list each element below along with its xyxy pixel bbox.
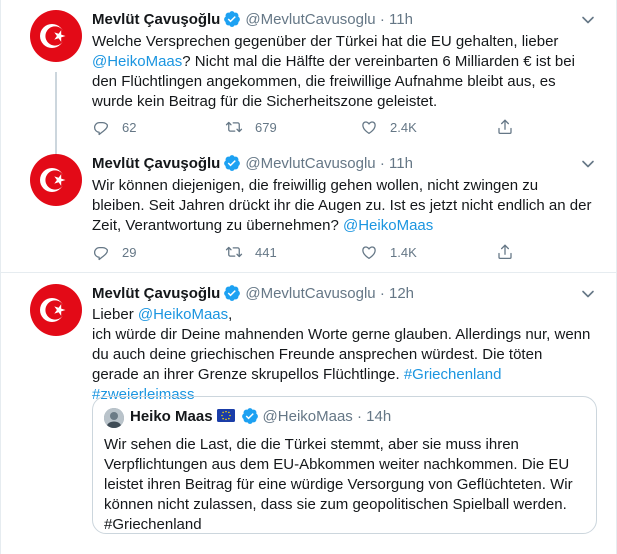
tweet-actions: 62 679 2.4K [92, 117, 532, 137]
reply-icon [93, 247, 109, 261]
thread-connector-line [55, 72, 57, 158]
tweet-text-part: Lieber [92, 306, 138, 323]
author-handle[interactable]: @MevlutCavusoglu [245, 11, 375, 28]
tweet-text: Welche Versprechen gegenüber der Türkei … [92, 32, 592, 112]
tweet-text-part: , [228, 306, 233, 323]
retweet-count: 679 [255, 119, 277, 135]
quoted-timestamp: 14h [366, 408, 392, 425]
verified-badge-icon [241, 408, 258, 424]
quoted-header: Heiko Maas @HeikoMaas · 14h [130, 407, 391, 427]
quoted-author-name: Heiko Maas [130, 408, 213, 425]
mention-link[interactable]: @HeikoMaas [138, 306, 228, 323]
reply-icon [93, 122, 109, 136]
hashtag-link[interactable]: #Griechenland [404, 366, 502, 383]
tweet-text: Lieber @HeikoMaas, ich würde dir Deine m… [92, 305, 592, 405]
quoted-avatar [104, 408, 124, 428]
retweet-button[interactable]: 441 [225, 242, 277, 262]
tweet-text-part: Welche Versprechen gegenüber der Türkei … [92, 33, 559, 50]
verified-badge-icon [224, 155, 241, 171]
like-button[interactable]: 2.4K [360, 117, 417, 137]
like-icon [362, 246, 376, 260]
author-name[interactable]: Mevlüt Çavuşoğlu [92, 285, 220, 302]
author-handle[interactable]: @MevlutCavusoglu [245, 155, 375, 172]
share-button[interactable] [496, 242, 526, 262]
author-name[interactable]: Mevlüt Çavuşoğlu [92, 155, 220, 172]
share-icon [498, 119, 512, 135]
tweet-text: Wir können diejenigen, die freiwillig ge… [92, 176, 592, 236]
reply-count: 62 [122, 119, 137, 135]
tweet-timestamp[interactable]: 11h [389, 11, 413, 28]
tweet[interactable]: Mevlüt Çavuşoğlu @MevlutCavusoglu · 11h W… [0, 150, 617, 272]
tweet-actions: 29 441 1.4K [92, 242, 532, 262]
verified-badge-icon [224, 285, 241, 301]
quoted-tweet-text: Wir sehen die Last, die die Türkei stemm… [104, 436, 573, 533]
reply-button[interactable]: 29 [92, 242, 136, 262]
like-icon [362, 121, 376, 135]
separator-dot: · [379, 285, 385, 302]
share-button[interactable] [496, 117, 526, 137]
tweet-text-part: Wir können diejenigen, die freiwillig ge… [92, 177, 592, 234]
chevron-down-icon[interactable] [581, 157, 595, 171]
tweet-header: Mevlüt Çavuşoğlu @MevlutCavusoglu · 11h [92, 10, 413, 30]
like-button[interactable]: 1.4K [360, 242, 417, 262]
retweet-icon [225, 246, 243, 258]
separator-dot: · [379, 155, 385, 172]
author-handle[interactable]: @MevlutCavusoglu [245, 285, 375, 302]
quoted-tweet[interactable]: Heiko Maas @HeikoMaas · 14h Wir sehen die… [92, 396, 597, 534]
tweet-timestamp[interactable]: 11h [389, 155, 413, 172]
eu-flag-icon [216, 409, 235, 422]
tweet[interactable]: Mevlüt Çavuşoğlu @MevlutCavusoglu · 11h W… [0, 0, 617, 158]
avatar[interactable] [30, 154, 82, 206]
mention-link[interactable]: @HeikoMaas [343, 217, 433, 234]
turkish-flag-avatar-icon [30, 284, 82, 336]
reply-count: 29 [122, 244, 137, 260]
tweet[interactable]: Mevlüt Çavuşoğlu @MevlutCavusoglu · 12h L… [0, 272, 617, 554]
separator-dot: · [356, 408, 362, 425]
quoted-author-handle: @HeikoMaas [262, 408, 353, 425]
turkish-flag-avatar-icon [30, 10, 82, 62]
retweet-icon [225, 121, 243, 133]
reply-button[interactable]: 62 [92, 117, 136, 137]
avatar[interactable] [30, 284, 82, 336]
like-count: 1.4K [390, 244, 417, 260]
retweet-count: 441 [255, 244, 277, 260]
turkish-flag-avatar-icon [30, 154, 82, 206]
author-name[interactable]: Mevlüt Çavuşoğlu [92, 11, 220, 28]
chevron-down-icon[interactable] [581, 287, 595, 301]
tweet-header: Mevlüt Çavuşoğlu @MevlutCavusoglu · 12h [92, 284, 414, 304]
tweet-text-part: ich würde dir Deine mahnenden Worte gern… [92, 326, 591, 383]
chevron-down-icon[interactable] [581, 13, 595, 27]
retweet-button[interactable]: 679 [225, 117, 277, 137]
avatar[interactable] [30, 10, 82, 62]
verified-badge-icon [224, 11, 241, 27]
share-icon [498, 244, 512, 260]
separator-dot: · [379, 11, 385, 28]
person-avatar-icon [104, 408, 124, 428]
tweet-timestamp[interactable]: 12h [389, 285, 414, 302]
like-count: 2.4K [390, 119, 417, 135]
mention-link[interactable]: @HeikoMaas [92, 53, 182, 70]
tweet-header: Mevlüt Çavuşoğlu @MevlutCavusoglu · 11h [92, 154, 413, 174]
